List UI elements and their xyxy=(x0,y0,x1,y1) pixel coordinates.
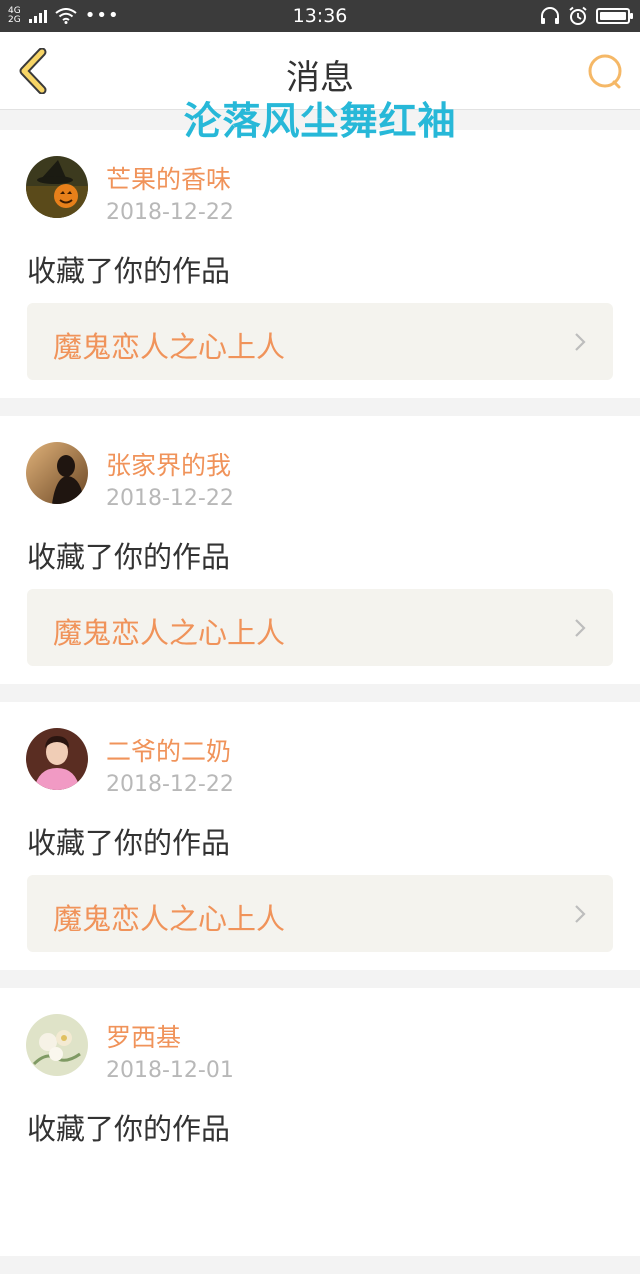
username[interactable]: 芒果的香味 xyxy=(106,160,231,196)
message-date: 2018-12-22 xyxy=(106,772,234,797)
chevron-right-icon xyxy=(575,619,586,637)
work-title: 魔鬼恋人之心上人 xyxy=(53,902,286,936)
username[interactable]: 张家界的我 xyxy=(106,446,231,482)
battery-icon xyxy=(596,8,633,24)
alarm-icon xyxy=(569,6,587,25)
message-card: 芒果的香味 2018-12-22 收藏了你的作品 魔鬼恋人之心上人 xyxy=(0,130,640,398)
avatar[interactable] xyxy=(26,156,88,218)
message-action: 收藏了你的作品 xyxy=(27,1112,231,1146)
person-pink-shirt-avatar-icon xyxy=(26,728,88,790)
message-card: 张家界的我 2018-12-22 收藏了你的作品 魔鬼恋人之心上人 xyxy=(0,416,640,684)
watermark-text: 沦落风尘舞红袖 xyxy=(183,99,457,143)
status-bar: 4G 2G ••• 13:36 xyxy=(0,0,640,32)
chevron-right-icon xyxy=(575,333,586,351)
message-date: 2018-12-01 xyxy=(106,1058,234,1083)
work-link[interactable]: 魔鬼恋人之心上人 xyxy=(27,589,613,666)
work-title: 魔鬼恋人之心上人 xyxy=(53,330,286,364)
status-right xyxy=(540,4,633,28)
message-card: 二爷的二奶 2018-12-22 收藏了你的作品 魔鬼恋人之心上人 xyxy=(0,702,640,970)
avatar[interactable] xyxy=(26,442,88,504)
work-title: 魔鬼恋人之心上人 xyxy=(53,616,286,650)
avatar[interactable] xyxy=(26,1014,88,1076)
search-icon xyxy=(588,54,622,89)
search-button[interactable] xyxy=(586,52,626,92)
flower-painting-avatar-icon xyxy=(26,1014,88,1076)
username[interactable]: 罗西基 xyxy=(106,1018,181,1054)
chevron-right-icon xyxy=(575,905,586,923)
work-link[interactable]: 魔鬼恋人之心上人 xyxy=(27,875,613,952)
message-card: 罗西基 2018-12-01 收藏了你的作品 xyxy=(0,988,640,1256)
message-list: 芒果的香味 2018-12-22 收藏了你的作品 魔鬼恋人之心上人 张家界的我 … xyxy=(0,130,640,1274)
pumpkin-witch-avatar-icon xyxy=(26,156,88,218)
username[interactable]: 二爷的二奶 xyxy=(106,732,231,768)
avatar[interactable] xyxy=(26,728,88,790)
work-link[interactable]: 魔鬼恋人之心上人 xyxy=(27,303,613,380)
message-date: 2018-12-22 xyxy=(106,486,234,511)
message-action: 收藏了你的作品 xyxy=(27,254,231,288)
message-action: 收藏了你的作品 xyxy=(27,826,231,860)
headphones-icon xyxy=(541,7,559,24)
message-action: 收藏了你的作品 xyxy=(27,540,231,574)
message-date: 2018-12-22 xyxy=(106,200,234,225)
sunset-silhouette-avatar-icon xyxy=(26,442,88,504)
